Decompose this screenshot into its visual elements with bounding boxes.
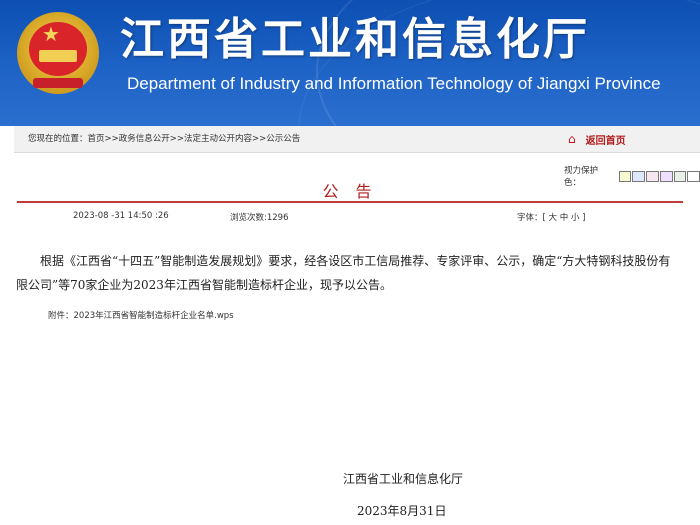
view-count: 浏览次数:1296 bbox=[230, 213, 289, 223]
breadcrumb[interactable]: 您现在的位置：首页>>政务信息公开>>法定主动公开内容>>公示公告 bbox=[28, 126, 300, 152]
home-icon[interactable]: ⌂ bbox=[568, 132, 576, 146]
font-size-selector[interactable]: 字体：[ 大 中 小 ] bbox=[517, 211, 585, 223]
back-home-label[interactable]: 返回首页 bbox=[586, 132, 626, 147]
title-divider bbox=[17, 201, 683, 203]
site-title-cn: 江西省工业和信息化厅 bbox=[120, 14, 590, 65]
header-banner: ★ 江西省工业和信息化厅 Department of Industry and … bbox=[0, 0, 700, 126]
attachment-link[interactable]: 附件：2023年江西省智能制造标杆企业名单.wps bbox=[48, 309, 234, 321]
publish-date: 2023-08 -31 14:50 :26 bbox=[73, 211, 169, 221]
national-emblem-icon: ★ bbox=[17, 12, 99, 94]
back-home-link[interactable]: ⌂ 返回首页 bbox=[568, 126, 626, 152]
notice-title: 公 告 bbox=[322, 182, 378, 201]
signature-date: 2023年8月31日 bbox=[357, 504, 447, 518]
site-title-en: Department of Industry and Information T… bbox=[127, 74, 661, 93]
signature-org: 江西省工业和信息化厅 bbox=[343, 472, 464, 486]
notice-body: 根据《江西省“十四五”智能制造发展规划》要求，经各设区市工信局推荐、专家评审、公… bbox=[16, 254, 671, 292]
breadcrumb-bar: 您现在的位置：首页>>政务信息公开>>法定主动公开内容>>公示公告 ⌂ 返回首页 bbox=[14, 126, 700, 153]
